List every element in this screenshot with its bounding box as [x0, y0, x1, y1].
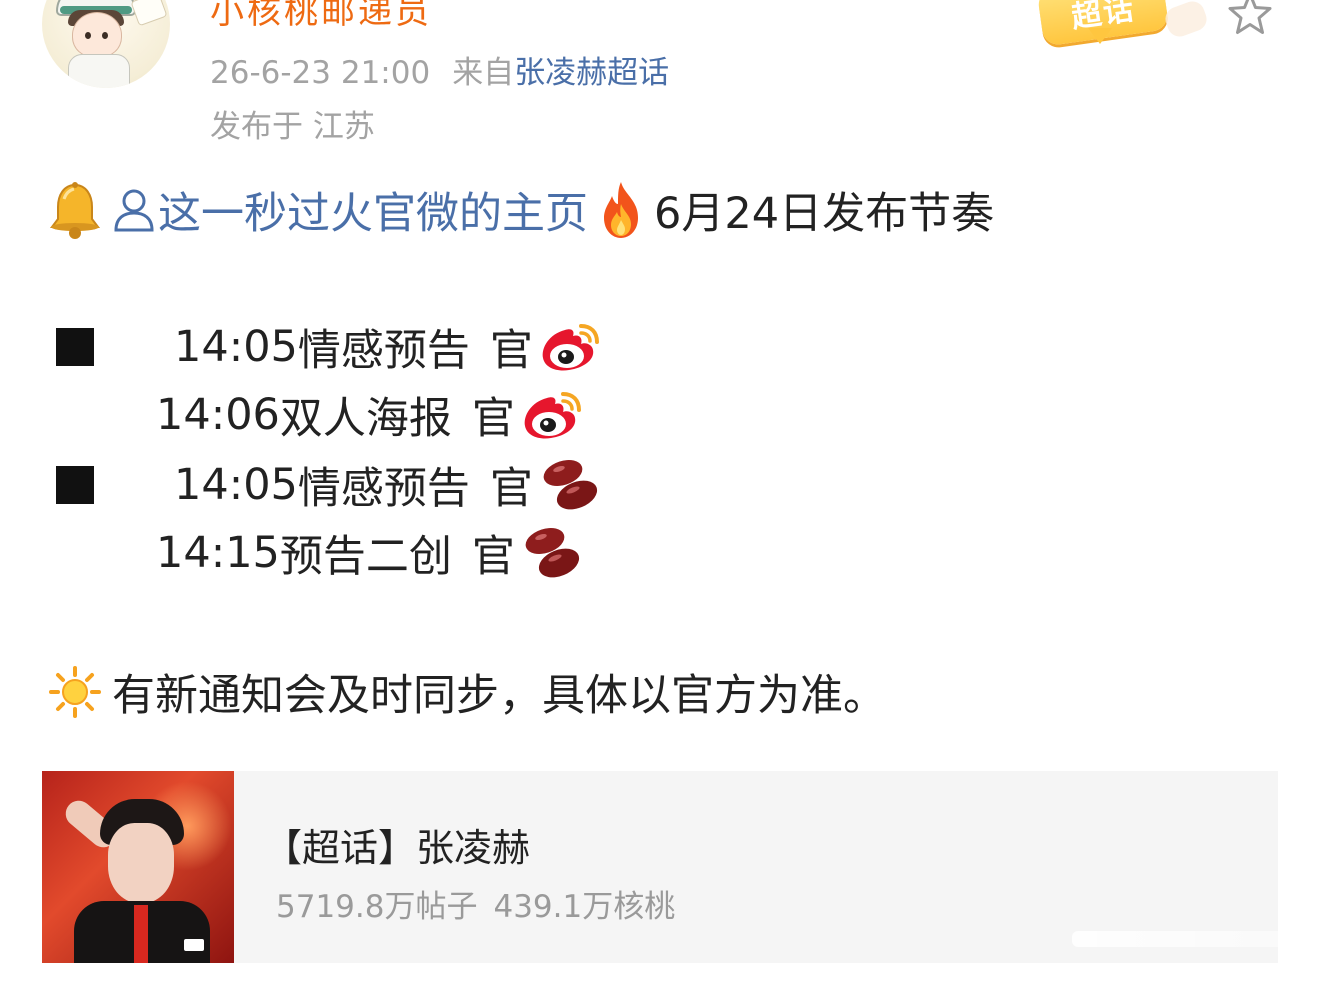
schedule-time: 14:06 — [156, 390, 280, 440]
super-topic-link[interactable]: 张凌赫超话 — [514, 55, 669, 91]
post-meta: 26-6-23 21:00 来自张凌赫超话 — [210, 47, 669, 92]
post-headline: 这一秒过火官微的主页 6月24日发布节奏 — [44, 178, 994, 242]
avatar-eye — [85, 32, 91, 39]
star-icon[interactable] — [1226, 0, 1274, 38]
super-topic-card-stats: 5719.8万帖子 439.1万核桃 — [276, 881, 675, 926]
schedule-item: 14:05 情感预告官 — [174, 455, 601, 515]
schedule-time: 14:05 — [174, 460, 298, 510]
thumbnail-face — [108, 823, 174, 903]
note-text: 有新通知会及时同步，具体以官方为准。 — [112, 671, 886, 721]
super-topic-thumbnail — [42, 771, 234, 963]
schedule-event: 情感预告 — [297, 326, 470, 376]
weibo-logo-icon — [542, 324, 599, 371]
avatar-letter — [130, 0, 168, 27]
bullet-square — [56, 328, 94, 366]
schedule-account: 官 — [471, 394, 515, 444]
avatar-body — [68, 54, 130, 88]
schedule-account: 官 — [471, 532, 515, 582]
official-weibo-link[interactable]: 这一秒过火官微的主页 — [158, 179, 588, 241]
thumbnail-logo — [184, 939, 204, 951]
bell-icon — [50, 182, 100, 239]
schedule-item: 14:15 预告二创 官 — [156, 523, 583, 583]
red-bean-icon — [525, 528, 579, 578]
avatar-face — [72, 12, 122, 58]
from-label: 来自 — [452, 55, 515, 91]
avatar-eye — [102, 32, 108, 39]
username[interactable]: 小核桃邮递员 — [210, 0, 432, 33]
fire-icon — [604, 182, 638, 238]
badge-decoration — [1162, 0, 1210, 40]
image-edge-fade — [1072, 931, 1318, 947]
schedule-event: 预告二创 — [279, 532, 452, 582]
post-timestamp: 26-6-23 21:00 — [210, 55, 431, 91]
schedule-time: 14:15 — [156, 528, 280, 578]
schedule-event: 双人海报 — [279, 394, 452, 444]
red-bean-icon — [543, 460, 597, 510]
bullet-square — [56, 466, 94, 504]
super-topic-card-title: 【超话】张凌赫 — [264, 826, 531, 870]
post-note: 有新通知会及时同步，具体以官方为准。 — [48, 662, 886, 722]
post-location: 发布于 江苏 — [210, 109, 375, 145]
post-count: 5719.8万帖子 — [276, 889, 478, 925]
release-schedule-title: 6月24日发布节奏 — [654, 189, 995, 239]
schedule-item: 14:06 双人海报官 — [156, 385, 583, 445]
schedule-account: 官 — [489, 326, 533, 376]
super-topic-card[interactable]: 【超话】张凌赫 5719.8万帖子 439.1万核桃 — [42, 771, 1318, 963]
person-icon — [114, 189, 154, 232]
super-topic-badge-tail — [1088, 28, 1112, 44]
schedule-event: 情感预告 — [297, 464, 470, 514]
weibo-logo-icon — [524, 392, 581, 439]
schedule-account: 官 — [489, 464, 533, 514]
thumbnail-zipper — [134, 905, 148, 963]
schedule-item: 14:05 情感预告官 — [174, 317, 601, 377]
schedule-time: 14:05 — [174, 322, 298, 372]
member-count: 439.1万核桃 — [493, 889, 676, 925]
sun-icon — [49, 666, 101, 718]
avatar[interactable] — [42, 0, 170, 88]
